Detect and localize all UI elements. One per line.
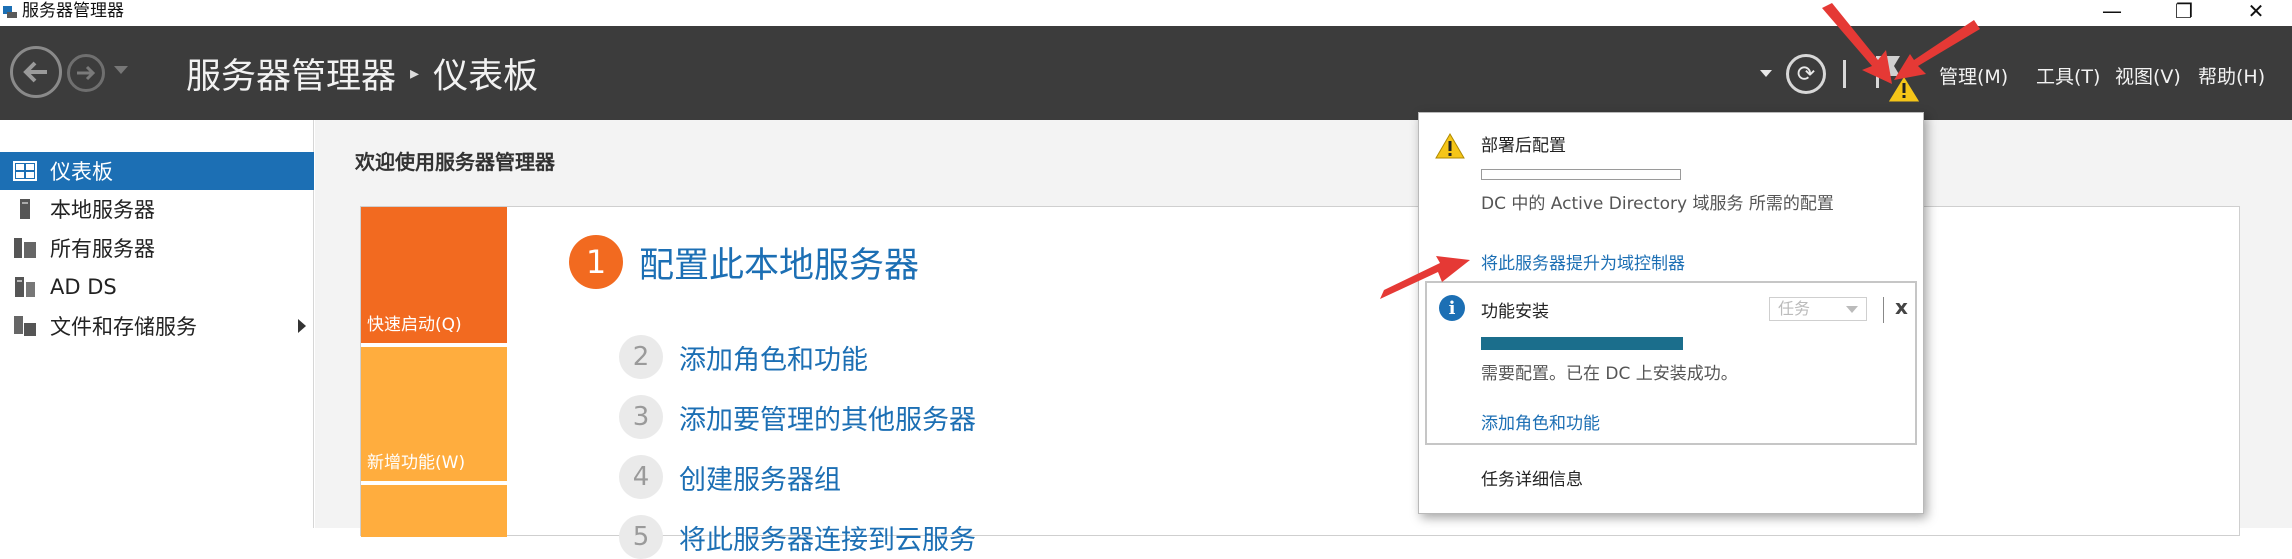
- sidebar-item-label: 仪表板: [50, 160, 113, 184]
- progress-fill: [1482, 338, 1682, 349]
- sidebar-item-label: 文件和存储服务: [50, 315, 197, 339]
- step-create-server-group[interactable]: 4 创建服务器组: [619, 455, 841, 499]
- refresh-icon: ⟳: [1796, 61, 1816, 87]
- refresh-button[interactable]: ⟳: [1786, 54, 1826, 94]
- header-dropdown-icon[interactable]: [1760, 70, 1772, 77]
- add-roles-features-link[interactable]: 添加角色和功能: [1481, 409, 1600, 434]
- tile-quick-start[interactable]: 快速启动(Q): [361, 207, 507, 343]
- step-link[interactable]: 配置此本地服务器: [639, 237, 919, 288]
- arrow-right-icon: [77, 65, 96, 81]
- step-link[interactable]: 添加角色和功能: [679, 338, 868, 377]
- arrow-left-icon: [23, 61, 47, 83]
- window-titlebar: 服务器管理器 — ❐ ✕: [0, 0, 2292, 26]
- sidebar-item-label: 本地服务器: [50, 198, 155, 222]
- close-window-button[interactable]: ✕: [2236, 0, 2276, 23]
- sidebar: 仪表板 本地服务器 所有服务器 AD DS 文件和存储服务: [0, 120, 314, 528]
- tile-label: 快速启动(Q): [367, 315, 462, 335]
- notifications-flag-button[interactable]: [1872, 50, 1922, 104]
- notification-post-deploy: 部署后配置 DC 中的 Active Directory 域服务 所需的配置 将…: [1419, 113, 1923, 285]
- sidebar-item-local-server[interactable]: 本地服务器: [0, 190, 314, 228]
- dashboard-icon: [0, 161, 50, 181]
- info-icon: i: [1439, 295, 1465, 321]
- file-storage-icon: [0, 315, 50, 337]
- step-link[interactable]: 添加要管理的其他服务器: [679, 398, 976, 437]
- feature-install-progress-bar: [1481, 337, 1683, 350]
- tile-learn-more[interactable]: [361, 485, 507, 537]
- header-bar: 服务器管理器 ▸ 仪表板 ⟳ 管理(M) 工具(T) 视图(V) 帮助(H): [0, 26, 2292, 120]
- warning-icon: [1435, 133, 1465, 159]
- step-link[interactable]: 将此服务器连接到云服务: [679, 518, 976, 557]
- step-number: 1: [569, 235, 623, 289]
- menu-manage[interactable]: 管理(M): [1939, 62, 2008, 89]
- breadcrumb: 服务器管理器 ▸ 仪表板: [186, 48, 538, 98]
- step-number: 4: [619, 455, 663, 499]
- header-divider: [1843, 60, 1846, 88]
- menu-tools[interactable]: 工具(T): [2036, 62, 2100, 89]
- breadcrumb-separator-icon: ▸: [410, 62, 420, 84]
- step-configure-local-server[interactable]: 1 配置此本地服务器: [569, 235, 919, 289]
- welcome-heading: 欢迎使用服务器管理器: [355, 150, 555, 174]
- sidebar-item-all-servers[interactable]: 所有服务器: [0, 229, 314, 267]
- task-dropdown[interactable]: 任务: [1769, 297, 1867, 321]
- ad-ds-icon: [0, 276, 50, 298]
- chevron-down-icon: [1846, 306, 1858, 313]
- promote-to-dc-link[interactable]: 将此服务器提升为域控制器: [1481, 249, 1685, 274]
- forward-button[interactable]: [67, 54, 105, 92]
- notification-title: 功能安装: [1481, 302, 1549, 322]
- notification-description: 需要配置。已在 DC 上安装成功。: [1481, 364, 1738, 384]
- back-button[interactable]: [10, 46, 62, 98]
- tile-new-features[interactable]: 新增功能(W): [361, 347, 507, 481]
- dismiss-notification-button[interactable]: x: [1895, 295, 1908, 319]
- notification-description: DC 中的 Active Directory 域服务 所需的配置: [1481, 194, 1834, 214]
- notifications-popup: 部署后配置 DC 中的 Active Directory 域服务 所需的配置 将…: [1418, 112, 1924, 514]
- step-number: 2: [619, 335, 663, 379]
- step-number: 3: [619, 395, 663, 439]
- server-manager-app-icon: [3, 6, 17, 18]
- main-content: 欢迎使用服务器管理器 快速启动(Q) 新增功能(W) 1 配置此本地服务器 2 …: [315, 120, 2292, 559]
- tile-label: 新增功能(W): [367, 453, 466, 473]
- expand-arrow-icon[interactable]: [298, 319, 306, 333]
- window-title: 服务器管理器: [22, 1, 124, 21]
- history-dropdown-icon[interactable]: [114, 66, 128, 74]
- post-deploy-progress-bar: [1481, 169, 1681, 180]
- sidebar-item-ad-ds[interactable]: AD DS: [0, 268, 314, 306]
- breadcrumb-current: 仪表板: [433, 56, 539, 97]
- divider: [1883, 297, 1884, 323]
- sidebar-item-file-storage[interactable]: 文件和存储服务: [0, 307, 314, 345]
- task-details-link[interactable]: 任务详细信息: [1481, 465, 1583, 490]
- step-link[interactable]: 创建服务器组: [679, 458, 841, 497]
- step-number: 5: [619, 515, 663, 559]
- breadcrumb-root[interactable]: 服务器管理器: [186, 48, 396, 99]
- sidebar-item-label: 所有服务器: [50, 237, 155, 261]
- all-servers-icon: [0, 237, 50, 259]
- sidebar-item-label: AD DS: [50, 275, 117, 299]
- maximize-button[interactable]: ❐: [2164, 0, 2204, 23]
- task-dropdown-label: 任务: [1778, 299, 1811, 318]
- local-server-icon: [0, 198, 50, 220]
- minimize-button[interactable]: —: [2092, 0, 2132, 23]
- step-add-servers[interactable]: 3 添加要管理的其他服务器: [619, 395, 976, 439]
- menu-view[interactable]: 视图(V): [2115, 62, 2181, 89]
- notification-title: 部署后配置: [1481, 136, 1566, 156]
- step-add-roles[interactable]: 2 添加角色和功能: [619, 335, 868, 379]
- sidebar-item-dashboard[interactable]: 仪表板: [0, 152, 314, 190]
- menu-help[interactable]: 帮助(H): [2198, 62, 2265, 89]
- notification-feature-install: i 功能安装 任务 x 需要配置。已在 DC 上安装成功。 添加角色和功能: [1425, 281, 1917, 445]
- welcome-tile-panel: 快速启动(Q) 新增功能(W) 1 配置此本地服务器 2 添加角色和功能 3 添…: [360, 206, 2240, 559]
- step-connect-cloud[interactable]: 5 将此服务器连接到云服务: [619, 515, 976, 559]
